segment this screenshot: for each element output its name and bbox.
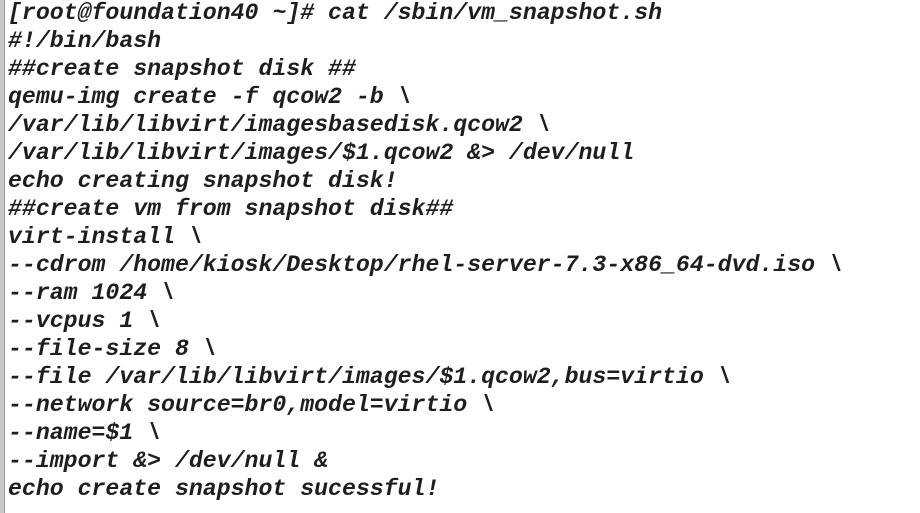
terminal-output[interactable]: [root@foundation40 ~]# cat /sbin/vm_snap… [8, 0, 843, 503]
terminal-line-prompt: [root@foundation40 ~]# cat /sbin/vm_snap… [8, 0, 662, 26]
terminal-line: --cdrom /home/kiosk/Desktop/rhel-server-… [8, 252, 843, 278]
terminal-line: ##create snapshot disk ## [8, 56, 356, 82]
terminal-line: --ram 1024 \ [8, 280, 175, 306]
terminal-line: qemu-img create -f qcow2 -b \ [8, 84, 412, 110]
terminal-line: --file-size 8 \ [8, 336, 217, 362]
terminal-line: --network source=br0,model=virtio \ [8, 392, 496, 418]
terminal-line: --name=$1 \ [8, 420, 162, 446]
terminal-line: echo create snapshot sucessful! [8, 476, 440, 502]
terminal-line: echo creating snapshot disk! [8, 168, 398, 194]
terminal-line: /var/lib/libvirt/imagesbasedisk.qcow2 \ [8, 112, 551, 138]
terminal-line: --file /var/lib/libvirt/images/$1.qcow2,… [8, 364, 732, 390]
window-left-edge [0, 0, 5, 513]
terminal-line: virt-install \ [8, 224, 203, 250]
terminal-line: --vcpus 1 \ [8, 308, 162, 334]
terminal-line: --import &> /dev/null & [8, 448, 329, 474]
terminal-line: /var/lib/libvirt/images/$1.qcow2 &> /dev… [8, 140, 635, 166]
terminal-line: ##create vm from snapshot disk## [8, 196, 454, 222]
terminal-line: #!/bin/bash [8, 28, 162, 54]
